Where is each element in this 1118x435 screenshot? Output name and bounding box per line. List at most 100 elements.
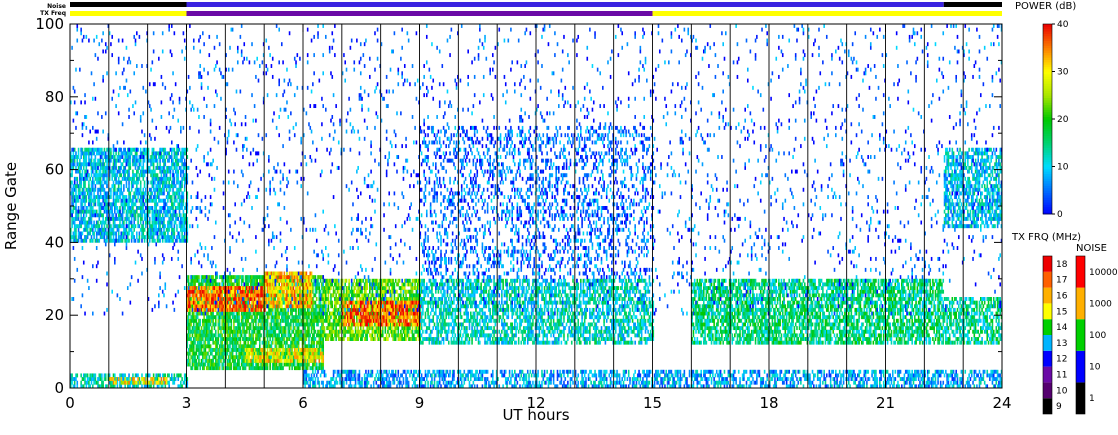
echo-cell (286, 271, 288, 276)
echo-cell (178, 235, 181, 240)
echo-cell (204, 347, 207, 352)
echo-cell (148, 220, 151, 225)
echo-cell (121, 216, 124, 221)
echo-cell (275, 362, 278, 367)
echo-cell (253, 344, 256, 349)
echo-cell (282, 366, 284, 371)
echo-cell (125, 180, 128, 185)
echo-cell (229, 344, 231, 349)
echo-cell (154, 169, 156, 174)
echo-cell (238, 278, 240, 283)
echo-cell (278, 333, 280, 338)
echo-cell (313, 333, 315, 338)
echo-cell (164, 162, 167, 167)
echo-cell (244, 340, 247, 345)
echo-cell (180, 373, 182, 378)
echo-cell (299, 286, 301, 291)
echo-cell (244, 366, 247, 371)
echo-cell (103, 224, 106, 229)
echo-cell (291, 355, 293, 360)
echo-cell (322, 362, 325, 367)
echo-cell (323, 329, 326, 334)
echo-cell (286, 340, 288, 345)
echo-cell (242, 275, 244, 280)
echo-cell (169, 187, 172, 192)
echo-cell (128, 216, 130, 221)
echo-cell (177, 173, 180, 178)
echo-cell (168, 191, 170, 196)
echo-cell (212, 358, 214, 363)
echo-cell (134, 165, 137, 170)
echo-cell (246, 329, 248, 334)
echo-cell (139, 187, 142, 192)
echo-cell (221, 293, 224, 298)
echo-cell (196, 315, 199, 320)
echo-cell (176, 155, 178, 159)
echo-cell (182, 202, 185, 207)
echo-cell (86, 176, 89, 181)
echo-cell (322, 366, 325, 371)
echo-cell (304, 326, 306, 331)
echo-cell (143, 209, 146, 214)
echo-cell (183, 187, 186, 192)
echo-cell (277, 300, 279, 305)
echo-cell (76, 158, 79, 163)
echo-cell (203, 366, 205, 371)
echo-cell (181, 184, 183, 189)
echo-cell (148, 238, 151, 243)
echo-cell (310, 304, 313, 309)
echo-cell (80, 373, 82, 378)
echo-cell (110, 151, 112, 156)
echo-cell (274, 358, 277, 363)
echo-cell (277, 289, 279, 294)
echo-cell (306, 318, 309, 323)
echo-cell (84, 377, 86, 382)
echo-cell (148, 165, 151, 170)
status-strips: Noise TX Freq (40, 2, 1002, 17)
echo-cell (226, 340, 229, 345)
echo-cell (308, 340, 310, 345)
echo-cell (176, 238, 178, 243)
echo-cell (323, 326, 326, 331)
echo-cell (220, 329, 222, 334)
echo-cell (222, 355, 225, 360)
echo-cell (129, 165, 132, 170)
echo-cell (101, 377, 103, 382)
echo-cell (143, 180, 146, 185)
echo-cell (243, 300, 246, 305)
echo-cell (284, 326, 287, 331)
echo-cell (283, 347, 286, 352)
echo-cell (75, 206, 77, 210)
echo-cell (318, 286, 321, 291)
echo-cell (98, 238, 101, 243)
echo-cell (300, 358, 302, 363)
echo-cell (117, 377, 120, 382)
echo-cell (142, 224, 145, 229)
echo-cell (156, 162, 159, 167)
echo-cell (238, 318, 240, 323)
echo-cell (76, 380, 79, 385)
echo-cell (81, 231, 84, 236)
echo-cell (258, 297, 261, 301)
echo-cell (283, 289, 286, 294)
echo-cell (322, 315, 325, 320)
echo-cell (229, 297, 231, 301)
echo-cell (95, 209, 98, 214)
echo-cell (239, 366, 242, 371)
echo-cell (163, 155, 165, 159)
echo-cell (95, 169, 98, 174)
echo-cell (310, 275, 313, 280)
echo-cell (88, 184, 90, 189)
echo-cell (84, 184, 86, 189)
echo-cell (284, 344, 287, 349)
echo-cell (161, 238, 164, 243)
echo-cell (217, 329, 220, 334)
echo-cell (129, 377, 132, 382)
echo-cell (266, 326, 269, 331)
echo-cell (128, 224, 130, 229)
echo-cell (160, 209, 163, 214)
echo-cell (88, 224, 90, 229)
echo-cell (110, 147, 112, 152)
echo-cell (266, 318, 269, 323)
echo-cell (92, 206, 94, 210)
